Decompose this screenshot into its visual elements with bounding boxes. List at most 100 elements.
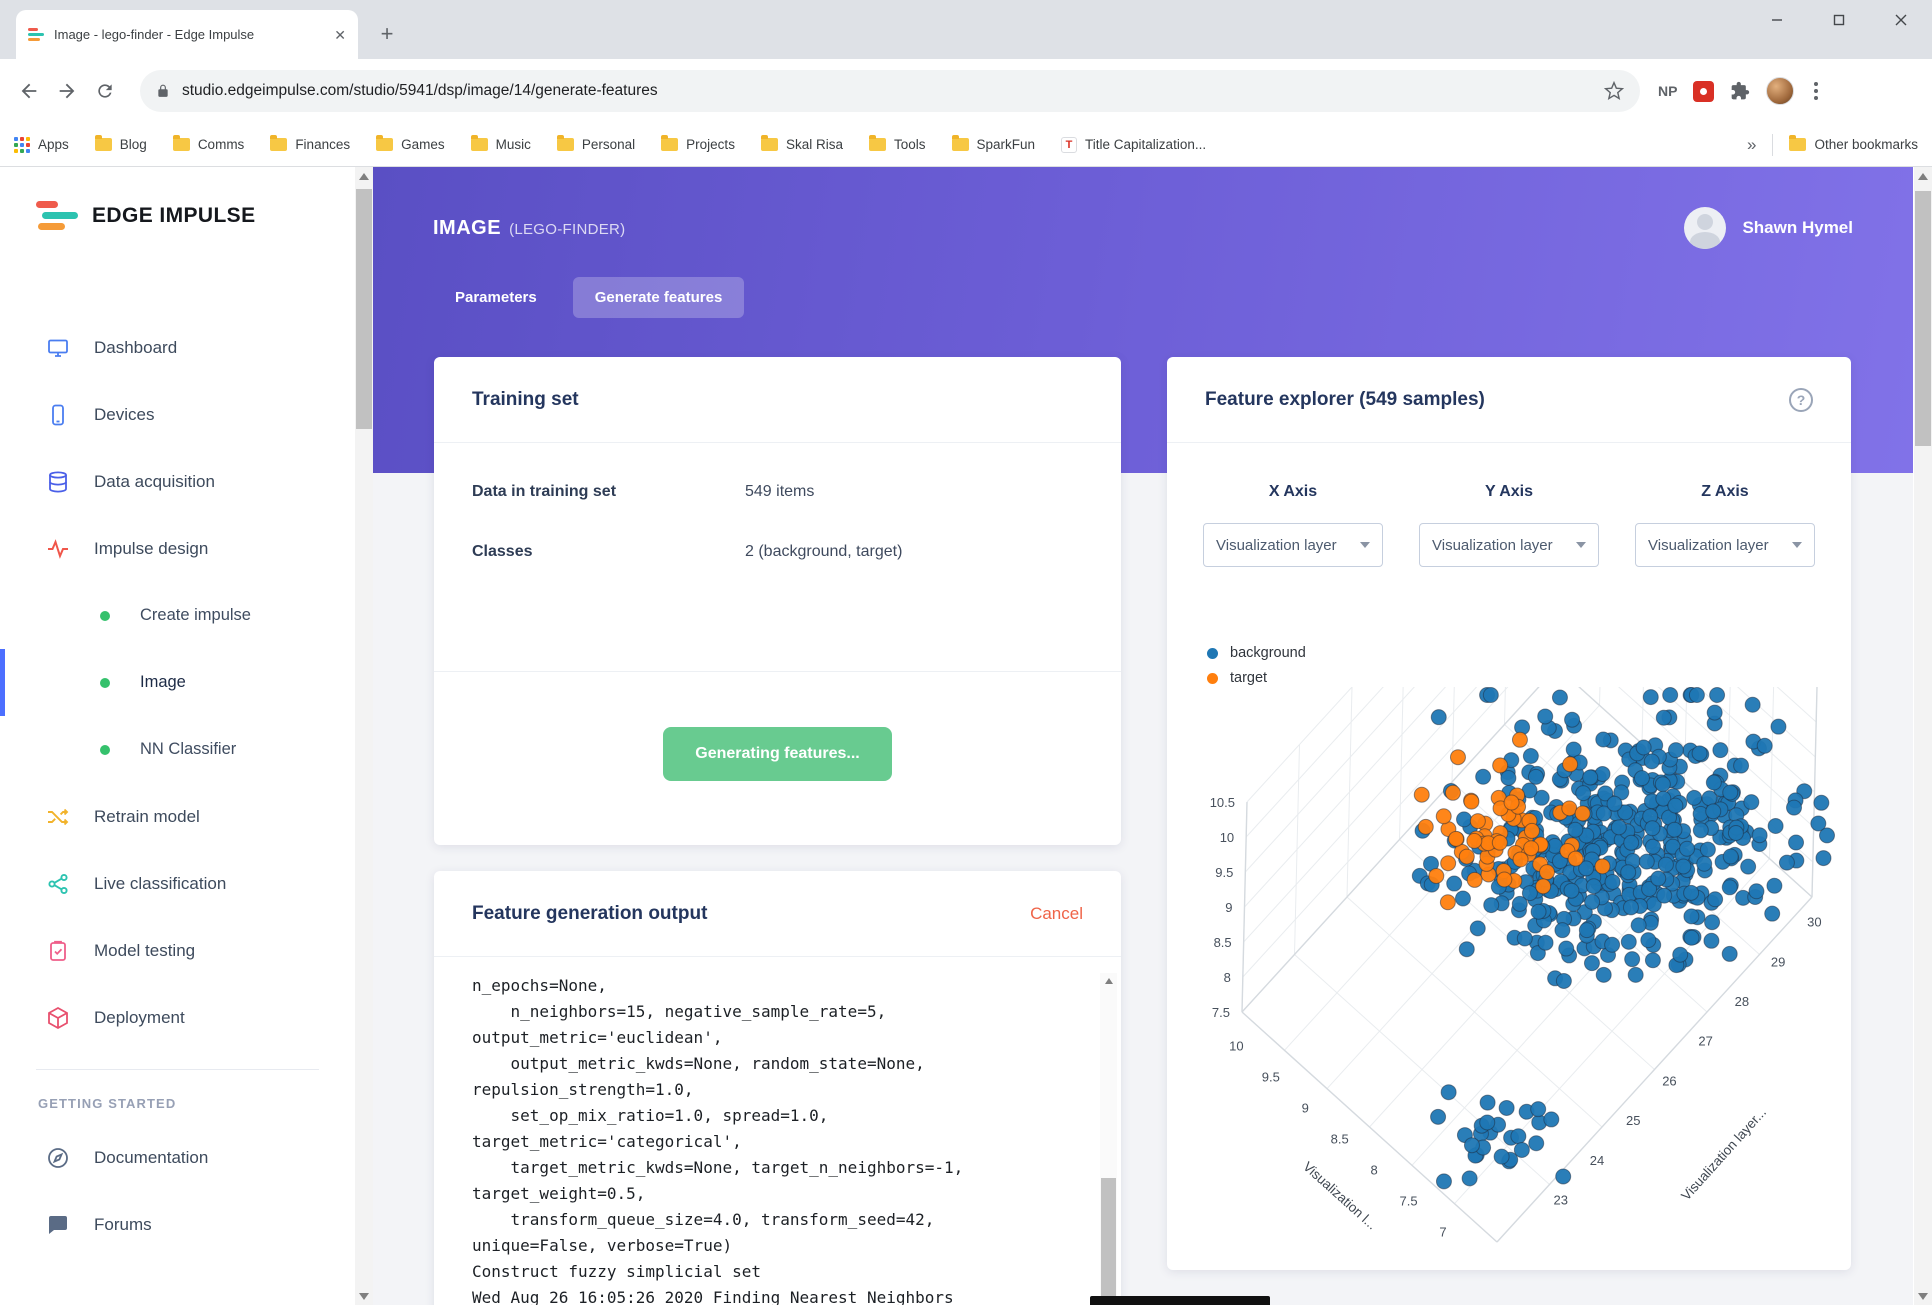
cancel-link[interactable]: Cancel xyxy=(1030,904,1083,924)
bookmark-folder-finances[interactable]: Finances xyxy=(270,135,350,152)
main-content: IMAGE (LEGO-FINDER) Shawn Hymel Parameter… xyxy=(373,167,1913,1305)
sidebar-item-model-testing[interactable]: Model testing xyxy=(0,917,355,984)
tab-generate-features[interactable]: Generate features xyxy=(572,277,745,318)
bookmark-folder-personal[interactable]: Personal xyxy=(556,135,635,152)
sidebar-item-nn-classifier[interactable]: NN Classifier xyxy=(0,716,355,783)
legend-dot-icon xyxy=(1207,647,1218,659)
tab-parameters[interactable]: Parameters xyxy=(433,277,559,318)
page-tabs: Parameters Generate features xyxy=(433,277,745,318)
bookmark-folder-comms[interactable]: Comms xyxy=(172,135,244,152)
toolbar-right: NP xyxy=(1658,77,1822,105)
page-scrollbar[interactable] xyxy=(1914,167,1932,1305)
bookmark-folder-tools[interactable]: Tools xyxy=(868,135,926,152)
sidebar-item-deployment[interactable]: Deployment xyxy=(0,984,355,1051)
browser-tab[interactable]: Image - lego-finder - Edge Impulse ✕ xyxy=(16,10,358,59)
sidebar-item-create-impulse[interactable]: Create impulse xyxy=(0,582,355,649)
bookmark-label: Games xyxy=(401,137,445,152)
edge-impulse-logo-icon xyxy=(36,201,78,230)
bookmark-folder-music[interactable]: Music xyxy=(470,135,531,152)
maximize-button[interactable] xyxy=(1808,0,1870,40)
generate-features-button[interactable]: Generating features... xyxy=(663,727,892,781)
browser-toolbar: studio.edgeimpulse.com/studio/5941/dsp/i… xyxy=(0,59,1932,123)
bookmarks-overflow-chevron[interactable]: » xyxy=(1747,135,1756,155)
scroll-down-icon[interactable] xyxy=(1914,1287,1932,1305)
apps-grid-icon xyxy=(14,136,30,153)
pulse-icon xyxy=(46,537,70,561)
back-button[interactable] xyxy=(10,72,48,110)
other-bookmarks[interactable]: Other bookmarks xyxy=(1789,135,1918,152)
reload-button[interactable] xyxy=(86,72,124,110)
svg-text:28: 28 xyxy=(1735,994,1749,1009)
z-axis-select[interactable]: Visualization layer xyxy=(1635,523,1815,567)
bookmark-apps[interactable]: Apps xyxy=(14,136,69,153)
sidebar-scrollbar-thumb[interactable] xyxy=(356,189,372,429)
new-tab-button[interactable]: + xyxy=(374,22,400,48)
browser-profile-avatar[interactable] xyxy=(1766,77,1795,105)
compass-icon xyxy=(46,1146,70,1170)
folder-icon xyxy=(760,135,778,151)
sidebar-item-documentation[interactable]: Documentation xyxy=(0,1124,355,1191)
profile-badge[interactable]: NP xyxy=(1658,83,1677,99)
edge-impulse-favicon-icon xyxy=(28,28,44,41)
close-window-button[interactable] xyxy=(1870,0,1932,40)
brand[interactable]: EDGE IMPULSE xyxy=(0,167,355,230)
project-name: (LEGO-FINDER) xyxy=(509,220,626,238)
svg-text:29: 29 xyxy=(1771,954,1785,969)
minimize-button[interactable] xyxy=(1746,0,1808,40)
svg-text:10.5: 10.5 xyxy=(1210,795,1235,810)
sidebar-item-impulse-design[interactable]: Impulse design xyxy=(0,515,355,582)
user-name: Shawn Hymel xyxy=(1742,218,1853,237)
bookmark-star-icon[interactable] xyxy=(1604,81,1624,101)
sidebar-item-data-acquisition[interactable]: Data acquisition xyxy=(0,448,355,515)
folder-icon xyxy=(470,135,488,151)
scroll-down-icon[interactable] xyxy=(355,1287,373,1305)
sidebar-item-retrain-model[interactable]: Retrain model xyxy=(0,783,355,850)
svg-text:7.5: 7.5 xyxy=(1399,1194,1417,1209)
sidebar-item-live-classification[interactable]: Live classification xyxy=(0,850,355,917)
sidebar: EDGE IMPULSE Dashboard Devices Data acqu… xyxy=(0,167,355,1305)
browser-menu-icon[interactable] xyxy=(1810,78,1822,104)
sidebar-item-dashboard[interactable]: Dashboard xyxy=(0,314,355,381)
page-scrollbar-thumb[interactable] xyxy=(1915,191,1931,446)
card-title: Feature generation output xyxy=(472,902,708,924)
url-bar[interactable]: studio.edgeimpulse.com/studio/5941/dsp/i… xyxy=(140,70,1640,112)
bookmark-title-capitalization[interactable]: T Title Capitalization... xyxy=(1061,136,1206,153)
svg-text:8: 8 xyxy=(1370,1163,1377,1178)
folder-icon xyxy=(376,135,394,151)
sidebar-scrollbar[interactable] xyxy=(355,167,373,1305)
page-title: IMAGE (LEGO-FINDER) xyxy=(433,217,625,240)
bookmark-folder-blog[interactable]: Blog xyxy=(94,135,147,152)
feature-explorer-plot[interactable]: 10.5 10 9.5 9 8.5 8 7.5 10 9.5 9 8.5 8 7.5 7 30 29 28 27 2… xyxy=(1167,456,1851,1267)
user-menu[interactable]: Shawn Hymel xyxy=(1684,207,1853,249)
svg-text:9: 9 xyxy=(1302,1101,1309,1116)
bookmark-folder-projects[interactable]: Projects xyxy=(661,135,735,152)
sidebar-item-devices[interactable]: Devices xyxy=(0,381,355,448)
console-scrollbar-thumb[interactable] xyxy=(1101,1178,1116,1298)
bookmark-folder-skal-risa[interactable]: Skal Risa xyxy=(760,135,843,152)
legend-item-background[interactable]: background xyxy=(1207,645,1306,661)
x-axis-select[interactable]: Visualization layer xyxy=(1203,523,1383,567)
sidebar-item-label: Retrain model xyxy=(94,806,200,826)
user-avatar[interactable] xyxy=(1684,207,1727,249)
extension-icon[interactable] xyxy=(1693,80,1715,102)
scroll-up-icon[interactable] xyxy=(1100,973,1117,989)
folder-icon xyxy=(172,135,190,151)
scroll-up-icon[interactable] xyxy=(355,167,373,185)
scatter3d-svg[interactable]: 10.5 10 9.5 9 8.5 8 7.5 10 9.5 9 8.5 8 7.5 7 30 29 28 27 2… xyxy=(1167,456,1851,1267)
y-axis-select[interactable]: Visualization layer xyxy=(1419,523,1599,567)
console-output[interactable]: n_epochs=None, n_neighbors=15, negative_… xyxy=(472,973,1082,1305)
legend-item-target[interactable]: target xyxy=(1207,670,1306,686)
close-tab-icon[interactable]: ✕ xyxy=(334,28,346,42)
console-scrollbar[interactable] xyxy=(1100,973,1117,1305)
bookmark-folder-sparkfun[interactable]: SparkFun xyxy=(951,135,1035,152)
scroll-up-icon[interactable] xyxy=(1914,167,1932,185)
feature-explorer-card: Feature explorer (549 samples) ? X Axis … xyxy=(1167,357,1851,1270)
sidebar-item-image[interactable]: Image xyxy=(0,649,355,716)
sidebar-item-forums[interactable]: Forums xyxy=(0,1191,355,1258)
select-value: Visualization layer xyxy=(1216,536,1337,554)
help-icon[interactable]: ? xyxy=(1789,387,1813,412)
extensions-puzzle-icon[interactable] xyxy=(1730,81,1750,101)
database-icon xyxy=(46,470,70,494)
bookmark-folder-games[interactable]: Games xyxy=(376,135,445,152)
forward-button[interactable] xyxy=(48,72,86,110)
